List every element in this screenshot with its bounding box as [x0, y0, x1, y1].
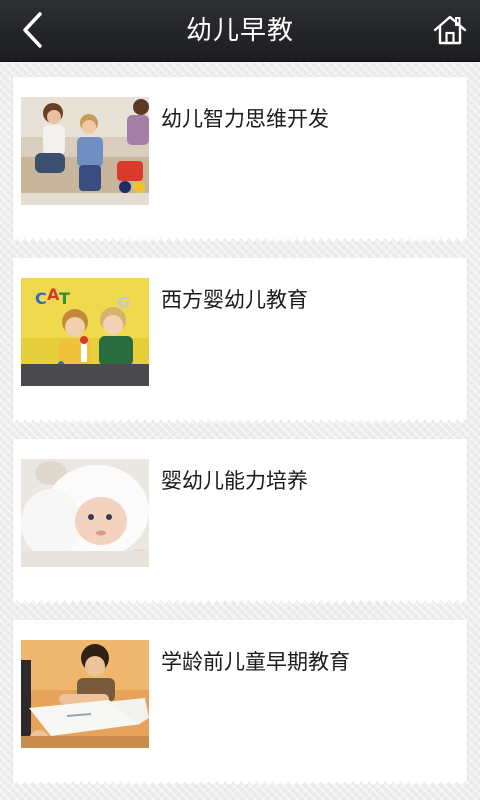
svg-text:T: T	[59, 289, 70, 308]
chevron-left-icon	[23, 12, 42, 48]
list-item[interactable]: 幼儿智力思维开发	[13, 77, 467, 243]
list-item[interactable]: C A T G 西方婴幼儿教育	[13, 258, 467, 424]
home-button[interactable]	[428, 8, 472, 52]
list-item[interactable]: 婴幼儿能力培养	[13, 439, 467, 605]
family-with-toddler-photo	[21, 97, 149, 205]
page-title: 幼儿早教	[185, 16, 294, 46]
item-title: 学龄前儿童早期教育	[161, 650, 350, 674]
home-icon	[433, 15, 467, 45]
top-bar: 幼儿早教	[0, 0, 480, 62]
baby-in-white-towel-photo	[21, 459, 149, 567]
back-button[interactable]	[10, 8, 54, 52]
child-drawing-at-table-photo	[21, 640, 149, 748]
item-title: 幼儿智力思维开发	[161, 107, 329, 131]
children-playing-with-toys-photo: C A T G	[21, 278, 149, 386]
item-title: 西方婴幼儿教育	[161, 288, 308, 312]
item-title: 婴幼儿能力培养	[161, 469, 308, 493]
list-item[interactable]: 学龄前儿童早期教育	[13, 620, 467, 786]
svg-text:C: C	[35, 289, 47, 308]
